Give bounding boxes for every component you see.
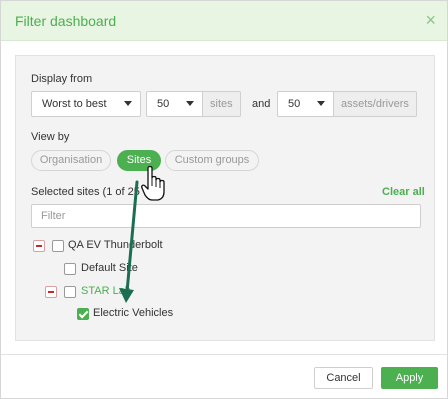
tree-item-star-lab: STAR Lab	[31, 285, 231, 299]
chevron-down-icon	[186, 101, 194, 106]
footer-divider	[1, 354, 447, 355]
tree-item-label: Electric Vehicles	[93, 307, 174, 319]
assets-count-select[interactable]: 50	[277, 91, 334, 117]
display-from-label: Display from	[31, 73, 93, 85]
chevron-down-icon	[317, 101, 325, 106]
tree-item-electric-vehicles: Electric Vehicles	[31, 307, 231, 321]
clear-all-link[interactable]: Clear all	[382, 186, 425, 198]
tree-checkbox[interactable]	[64, 286, 76, 298]
assets-count-value: 50	[288, 98, 301, 110]
close-icon[interactable]: ×	[425, 10, 436, 30]
view-by-organisation[interactable]: Organisation	[31, 150, 111, 171]
sites-count-select[interactable]: 50	[146, 91, 203, 117]
filter-panel: Display from Worst to best 50 sites and …	[15, 55, 435, 341]
dialog-header: Filter dashboard ×	[1, 1, 447, 41]
tree-checkbox[interactable]	[52, 240, 64, 252]
tree-item-label: Default Site	[81, 262, 138, 274]
collapse-icon[interactable]	[45, 286, 57, 298]
view-by-sites[interactable]: Sites	[117, 150, 161, 171]
filter-input[interactable]	[31, 204, 421, 228]
tree-item-qa-ev-thunderbolt: QA EV Thunderbolt	[31, 239, 231, 253]
sites-count-value: 50	[157, 98, 170, 110]
apply-button[interactable]: Apply	[381, 367, 438, 389]
collapse-icon[interactable]	[33, 240, 45, 252]
and-text: and	[252, 98, 271, 110]
cancel-button[interactable]: Cancel	[314, 367, 373, 389]
chevron-down-icon	[124, 101, 132, 106]
order-select[interactable]: Worst to best	[31, 91, 141, 117]
tree-checkbox[interactable]	[64, 263, 76, 275]
sites-addon: sites	[203, 91, 241, 117]
view-by-label: View by	[31, 131, 70, 143]
view-by-custom-groups[interactable]: Custom groups	[165, 150, 259, 171]
tree-item-label: QA EV Thunderbolt	[68, 239, 163, 251]
selected-sites-label: Selected sites (1 of 25	[31, 186, 140, 198]
assets-addon: assets/drivers	[334, 91, 417, 117]
tree-item-default-site: Default Site	[31, 262, 231, 276]
dialog-title: Filter dashboard	[15, 13, 117, 29]
filter-dashboard-dialog: Filter dashboard × Display from Worst to…	[0, 0, 448, 399]
tree-item-label: STAR Lab	[81, 285, 131, 297]
order-select-value: Worst to best	[42, 98, 107, 110]
tree-checkbox-checked[interactable]	[77, 308, 89, 320]
